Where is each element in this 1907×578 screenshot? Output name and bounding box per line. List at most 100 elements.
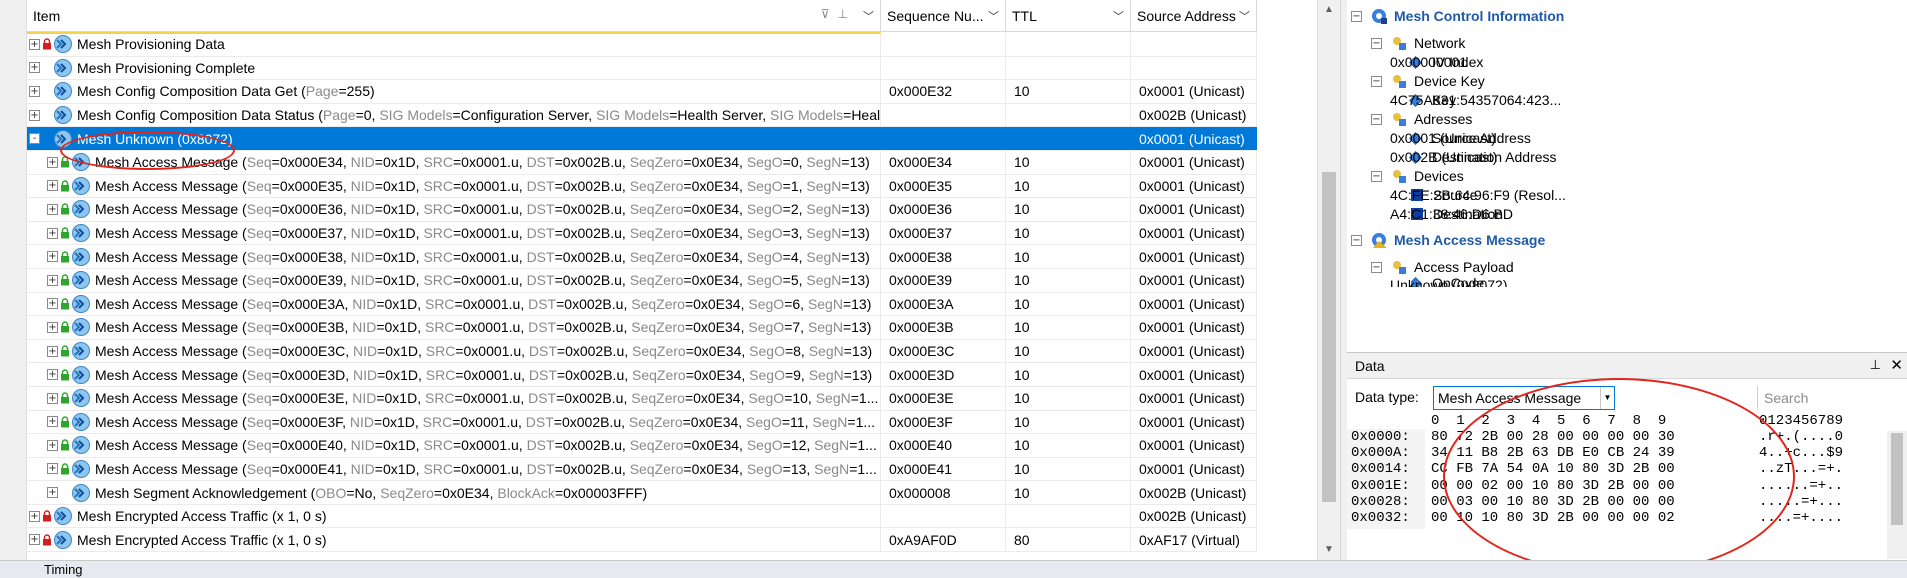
- table-row[interactable]: - Mesh Unknown (0x8072) 0x0001 (Unicast): [27, 127, 1257, 151]
- table-row[interactable]: + Mesh Config Composition Data Get (Page=…: [27, 80, 1257, 104]
- item-cell[interactable]: + Mesh Access Message (Seq=0x000E3B, NID=…: [27, 316, 881, 339]
- expand-icon[interactable]: +: [47, 251, 58, 263]
- collapse-icon[interactable]: −: [1351, 234, 1362, 246]
- hex-row[interactable]: CC FB 7A 54 0A 10 80 3D 2B 00: [1431, 461, 1675, 477]
- table-row[interactable]: + Mesh Access Message (Seq=0x000E34, NID=…: [27, 150, 1257, 175]
- source-address-cell[interactable]: 0x002B (Unicast): [1131, 504, 1257, 528]
- sequence-cell[interactable]: 0x000E3B: [881, 316, 1006, 339]
- ttl-cell[interactable]: 10: [1006, 174, 1131, 198]
- expand-icon[interactable]: +: [47, 369, 58, 381]
- ttl-cell[interactable]: 10: [1006, 198, 1131, 221]
- sequence-cell[interactable]: [881, 56, 1006, 80]
- sequence-cell[interactable]: [881, 103, 1006, 127]
- item-cell[interactable]: + Mesh Access Message (Seq=0x000E3F, NID=…: [27, 410, 881, 434]
- source-address-cell[interactable]: 0x0001 (Unicast): [1131, 174, 1257, 198]
- item-cell[interactable]: + Mesh Access Message (Seq=0x000E37, NID=…: [27, 221, 881, 245]
- sequence-cell[interactable]: 0x000E3A: [881, 292, 1006, 316]
- source-address-cell[interactable]: 0x0001 (Unicast): [1131, 386, 1257, 410]
- source-address-cell[interactable]: 0x0001 (Unicast): [1131, 150, 1257, 174]
- close-icon[interactable]: ✕: [1890, 356, 1903, 374]
- data-scrollbar[interactable]: [1887, 431, 1907, 559]
- expand-icon[interactable]: +: [47, 392, 58, 404]
- sequence-cell[interactable]: 0x000E39: [881, 268, 1006, 292]
- item-cell[interactable]: + Mesh Encrypted Access Traffic (x 1, 0 s…: [27, 528, 881, 552]
- item-cell[interactable]: - Mesh Unknown (0x8072): [27, 127, 881, 150]
- ttl-cell[interactable]: 10: [1006, 363, 1131, 386]
- item-cell[interactable]: + Mesh Access Message (Seq=0x000E40, NID=…: [27, 434, 881, 457]
- ttl-cell[interactable]: 10: [1006, 410, 1131, 434]
- column-header-item[interactable]: Item ⊽⊥ ﹀: [27, 0, 881, 32]
- expand-icon[interactable]: +: [47, 487, 58, 499]
- table-row[interactable]: + Mesh Access Message (Seq=0x000E3C, NID=…: [27, 339, 1257, 364]
- chevron-down-icon[interactable]: ﹀: [1239, 8, 1250, 24]
- source-address-cell[interactable]: 0x002B (Unicast): [1131, 481, 1257, 504]
- hex-row[interactable]: 80 72 2B 00 28 00 00 00 00 30: [1431, 429, 1675, 445]
- source-address-cell[interactable]: [1131, 33, 1257, 56]
- tree-node-mesh-access-message[interactable]: − Mesh Access Message: [1351, 229, 1545, 251]
- item-cell[interactable]: + Mesh Segment Acknowledgement (OBO=No, S…: [27, 481, 881, 504]
- hex-row[interactable]: 00 00 02 00 10 80 3D 2B 00 00: [1431, 478, 1675, 494]
- source-address-cell[interactable]: 0x0001 (Unicast): [1131, 221, 1257, 245]
- expand-icon[interactable]: +: [47, 180, 58, 192]
- source-address-cell[interactable]: 0x0001 (Unicast): [1131, 434, 1257, 457]
- expand-icon[interactable]: +: [29, 109, 40, 121]
- hex-row[interactable]: 34 11 B8 2B 63 DB E0 CB 24 39: [1431, 445, 1675, 461]
- hex-bytes[interactable]: 80 72 2B 00 28 00 00 00 00 30 34 11 B8 2B…: [1431, 429, 1675, 526]
- ttl-cell[interactable]: 10: [1006, 316, 1131, 339]
- table-row[interactable]: + Mesh Access Message (Seq=0x000E3E, NID=…: [27, 386, 1257, 411]
- table-row[interactable]: + Mesh Access Message (Seq=0x000E35, NID=…: [27, 174, 1257, 199]
- table-row[interactable]: + Mesh Config Composition Data Status (Pa…: [27, 103, 1257, 128]
- expand-icon[interactable]: +: [47, 321, 58, 333]
- sequence-cell[interactable]: 0x000E40: [881, 434, 1006, 457]
- item-cell[interactable]: + Mesh Access Message (Seq=0x000E41, NID=…: [27, 457, 881, 481]
- scrollbar-thumb[interactable]: [1891, 433, 1903, 525]
- sequence-cell[interactable]: [881, 504, 1006, 528]
- ttl-cell[interactable]: 10: [1006, 292, 1131, 316]
- ttl-cell[interactable]: 10: [1006, 150, 1131, 174]
- ttl-cell[interactable]: 10: [1006, 386, 1131, 410]
- expand-icon[interactable]: +: [47, 463, 58, 475]
- source-address-cell[interactable]: 0x0001 (Unicast): [1131, 198, 1257, 221]
- scrollbar-thumb[interactable]: [1322, 172, 1336, 502]
- ttl-cell[interactable]: 10: [1006, 481, 1131, 504]
- expand-icon[interactable]: +: [47, 156, 58, 168]
- table-row[interactable]: + Mesh Access Message (Seq=0x000E3B, NID=…: [27, 316, 1257, 340]
- table-row[interactable]: + Mesh Access Message (Seq=0x000E41, NID=…: [27, 457, 1257, 482]
- data-type-select[interactable]: Mesh Access Message ▼: [1433, 386, 1615, 410]
- sequence-cell[interactable]: 0x000008: [881, 481, 1006, 504]
- sequence-cell[interactable]: 0x000E3F: [881, 410, 1006, 434]
- sequence-cell[interactable]: 0x000E36: [881, 198, 1006, 221]
- tab-timing[interactable]: Timing: [44, 562, 83, 577]
- ascii-row[interactable]: ......=+..: [1759, 478, 1843, 494]
- expand-icon[interactable]: +: [29, 510, 40, 522]
- ttl-cell[interactable]: [1006, 56, 1131, 80]
- item-cell[interactable]: + Mesh Access Message (Seq=0x000E3C, NID=…: [27, 339, 881, 363]
- item-cell[interactable]: + Mesh Provisioning Data: [27, 33, 881, 56]
- ttl-cell[interactable]: 10: [1006, 221, 1131, 245]
- table-row[interactable]: + Mesh Access Message (Seq=0x000E37, NID=…: [27, 221, 1257, 246]
- source-address-cell[interactable]: 0x0001 (Unicast): [1131, 268, 1257, 292]
- expand-icon[interactable]: +: [47, 227, 58, 239]
- table-row[interactable]: + Mesh Access Message (Seq=0x000E3D, NID=…: [27, 363, 1257, 387]
- sequence-cell[interactable]: 0x000E38: [881, 245, 1006, 268]
- panel-splitter[interactable]: [1340, 0, 1347, 560]
- collapse-icon[interactable]: −: [1371, 261, 1382, 273]
- expand-icon[interactable]: +: [29, 534, 40, 546]
- source-address-cell[interactable]: 0x0001 (Unicast): [1131, 80, 1257, 103]
- collapse-icon[interactable]: −: [1371, 37, 1382, 49]
- source-address-cell[interactable]: 0x0001 (Unicast): [1131, 245, 1257, 268]
- pin-icon[interactable]: ⊥: [838, 7, 856, 21]
- sequence-cell[interactable]: [881, 127, 1006, 150]
- item-cell[interactable]: + Mesh Access Message (Seq=0x000E38, NID=…: [27, 245, 881, 268]
- dropdown-arrow-icon[interactable]: ▼: [1600, 387, 1614, 409]
- source-address-cell[interactable]: 0xAF17 (Virtual): [1131, 528, 1257, 552]
- ascii-row[interactable]: 4..+c...$9: [1759, 445, 1843, 461]
- hex-row[interactable]: 00 10 10 80 3D 2B 00 00 00 02: [1431, 510, 1675, 526]
- source-address-cell[interactable]: 0x0001 (Unicast): [1131, 339, 1257, 363]
- table-row[interactable]: + Mesh Access Message (Seq=0x000E38, NID=…: [27, 245, 1257, 269]
- ascii-row[interactable]: .....=+...: [1759, 494, 1843, 510]
- table-row[interactable]: + Mesh Access Message (Seq=0x000E39, NID=…: [27, 268, 1257, 293]
- sequence-cell[interactable]: [881, 33, 1006, 56]
- collapse-icon[interactable]: −: [1351, 10, 1362, 22]
- column-header-source-address[interactable]: Source Address ﹀: [1131, 0, 1257, 32]
